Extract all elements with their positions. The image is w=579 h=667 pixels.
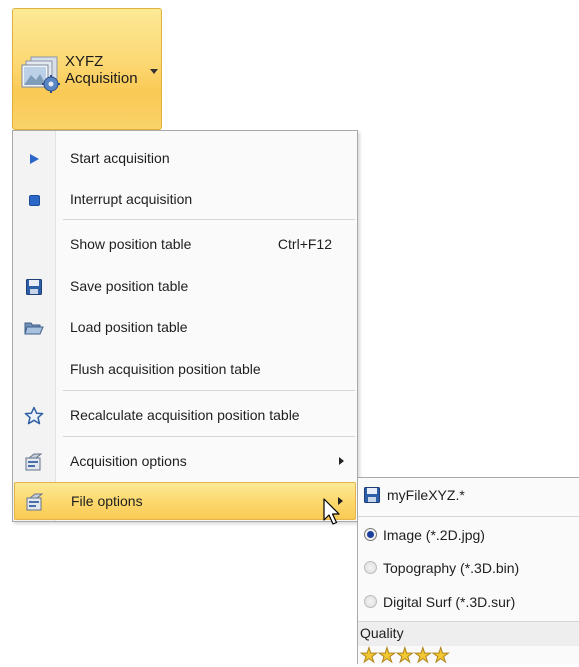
menu-item-label: Save position table <box>70 278 189 294</box>
format-option-image[interactable]: Image (*.2D.jpg) <box>358 520 579 550</box>
menu-item-show-position-table[interactable]: Show position table Ctrl+F12 <box>14 226 356 262</box>
acquisition-dropdown-menu: Start acquisition Interrupt acquisition … <box>12 130 358 522</box>
menu-item-start-acquisition[interactable]: Start acquisition <box>14 140 356 176</box>
play-icon <box>24 149 44 169</box>
filename-label: myFileXYZ.* <box>387 487 465 503</box>
stop-icon <box>24 190 44 210</box>
xyfz-acquisition-button[interactable]: XYFZ Acquisition <box>12 8 162 130</box>
format-label: Topography (*.3D.bin) <box>383 560 520 576</box>
menu-item-load-position-table[interactable]: Load position table <box>14 309 356 345</box>
menu-item-flush-position-table[interactable]: Flush acquisition position table <box>14 351 356 387</box>
star-outline-icon <box>24 406 44 426</box>
star-icon[interactable]: ★ <box>431 646 450 667</box>
menu-item-label: Acquisition options <box>70 453 187 469</box>
star-icon[interactable]: ★ <box>413 646 432 667</box>
ribbon-button-label: XYFZ Acquisition <box>65 53 138 87</box>
star-icon[interactable]: ★ <box>377 646 396 667</box>
options-icon <box>24 452 44 472</box>
menu-item-recalculate-position-table[interactable]: Recalculate acquisition position table <box>14 397 356 433</box>
menu-item-label: Show position table <box>70 236 192 252</box>
format-option-digital-surf[interactable]: Digital Surf (*.3D.sur) <box>358 587 579 617</box>
menu-item-acquisition-options[interactable]: Acquisition options <box>14 443 356 479</box>
menu-item-save-position-table[interactable]: Save position table <box>14 268 356 304</box>
folder-open-icon <box>24 318 44 338</box>
options-icon <box>25 492 45 512</box>
format-label: Digital Surf (*.3D.sur) <box>383 594 516 610</box>
quality-rating[interactable]: ★ ★ ★ ★ ★ <box>360 646 451 667</box>
image-stack-gear-icon <box>21 56 60 93</box>
save-icon <box>364 487 380 503</box>
shortcut-label: Ctrl+F12 <box>277 236 332 252</box>
star-icon[interactable]: ★ <box>395 646 414 667</box>
format-label: Image (*.2D.jpg) <box>383 527 485 543</box>
radio-button-selected[interactable] <box>364 528 377 541</box>
quality-label: Quality <box>360 625 404 641</box>
menu-item-label: File options <box>71 493 143 509</box>
mouse-cursor-icon <box>323 498 340 525</box>
star-icon[interactable]: ★ <box>360 646 379 667</box>
menu-item-interrupt-acquisition[interactable]: Interrupt acquisition <box>14 181 356 217</box>
menu-item-label: Start acquisition <box>70 150 170 166</box>
submenu-separator <box>358 516 579 517</box>
radio-button[interactable] <box>364 595 377 608</box>
menu-separator <box>63 436 355 437</box>
menu-item-label: Load position table <box>70 319 188 335</box>
menu-item-file-options[interactable]: File options <box>14 482 356 520</box>
file-options-submenu: myFileXYZ.* Image (*.2D.jpg) Topography … <box>357 477 579 667</box>
format-option-topography[interactable]: Topography (*.3D.bin) <box>358 553 579 583</box>
menu-item-label: Interrupt acquisition <box>70 191 193 207</box>
filename-item[interactable]: myFileXYZ.* <box>358 480 579 510</box>
quality-header: Quality <box>358 621 579 646</box>
menu-item-label: Flush acquisition position table <box>70 361 261 377</box>
menu-item-label: Recalculate acquisition position table <box>70 407 300 423</box>
ribbon-label-line1: XYFZ <box>65 53 104 70</box>
menu-separator <box>63 219 355 220</box>
chevron-down-icon <box>150 69 158 74</box>
ribbon-label-line2: Acquisition <box>65 70 138 87</box>
menu-separator <box>63 390 355 391</box>
chevron-right-icon <box>339 457 344 465</box>
save-icon <box>24 277 44 297</box>
radio-button[interactable] <box>364 561 377 574</box>
